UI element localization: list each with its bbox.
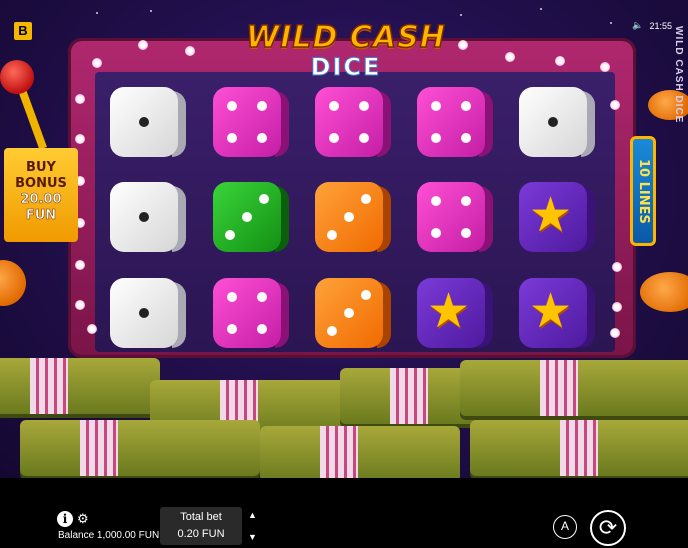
buy-bonus-line1: BUY [26,160,56,175]
game-title-vertical: WILD CASH DICE [673,26,684,124]
frame-bulb [610,328,620,338]
frame-bulb [600,62,610,72]
reel-symbol-pink-die-4 [417,182,493,254]
clock: 21:55 [649,20,672,31]
money-stack [0,358,160,414]
star-icon: ★ [529,285,573,338]
reel-symbol-white-die-1 [519,87,595,159]
lines-indicator: 10 LINES [630,136,656,246]
lever-knob [0,60,34,94]
reel-symbol-green-die-3 [213,182,289,254]
frame-bulb [75,94,85,104]
frame-bulb [75,260,85,270]
refresh-icon: ⟳ [598,515,618,540]
money-stack [470,420,688,476]
gear-icon[interactable]: ⚙ [77,511,89,527]
buy-bonus-button[interactable]: BUY BONUS 20.00 FUN [4,148,78,242]
star-icon: ★ [529,189,573,242]
logo-subtitle: DICE [310,53,382,81]
spin-button[interactable]: ⟳ [590,510,626,546]
money-stack [260,426,460,478]
background-star [460,14,462,16]
buy-bonus-currency: FUN [25,208,57,224]
reel-symbol-orange-die-3 [315,182,391,254]
logo-title: WILD CASH [245,20,446,55]
frame-bulb [138,40,148,50]
reel-symbol-white-die-1 [110,87,186,159]
brand-badge: B [14,22,32,40]
frame-bulb [458,40,468,50]
background-star [96,12,98,14]
star-icon: ★ [427,285,471,338]
buy-bonus-line2: BONUS [15,176,67,191]
triangle-down-icon[interactable]: ▼ [248,532,257,542]
reel-symbol-pink-die-4 [417,87,493,159]
frame-bulb [185,46,195,56]
info-icon[interactable]: i [57,511,73,527]
frame-bulb [92,58,102,68]
frame-bulb [612,262,622,272]
reel-symbol-white-die-1 [110,182,186,254]
status-bar: 🔈 21:55 [632,20,672,31]
frame-bulb [555,56,565,66]
money-stacks [0,340,688,478]
frame-bulb [75,134,85,144]
coin [0,260,26,306]
game-logo: WILD CASH DICE [238,20,454,82]
frame-bulb [610,100,620,110]
background-star [540,8,542,10]
balance-value: 1,000.00 FUN [96,530,160,541]
triangle-up-icon[interactable]: ▲ [248,510,257,520]
buy-bonus-amount: 20.00 [20,192,62,208]
money-stack [460,360,688,416]
money-stack [20,420,260,476]
total-bet-label: Total bet [180,511,222,523]
coin [640,272,688,312]
frame-bulb [87,324,97,334]
frame-bulb [75,300,85,310]
frame-bulb [505,52,515,62]
balance: Balance 1,000.00 FUN [58,530,159,541]
autoplay-button[interactable]: A [553,515,577,539]
reel-symbol-star-die: ★ [519,182,595,254]
total-bet-value: 0.20 FUN [177,528,225,540]
frame-bulb [612,302,622,312]
total-bet-box: Total bet 0.20 FUN [160,507,242,545]
background-star [150,10,152,12]
background-star [610,22,612,24]
reel-symbol-pink-die-4 [315,87,391,159]
lever-stick [18,88,47,150]
balance-label: Balance [58,530,95,541]
reel-symbol-pink-die-4 [213,87,289,159]
speaker-icon[interactable]: 🔈 [632,20,643,31]
game-scene: WILD CASH DICE ★ ★ ★ BUY BONUS 20.00 FUN… [0,0,688,478]
